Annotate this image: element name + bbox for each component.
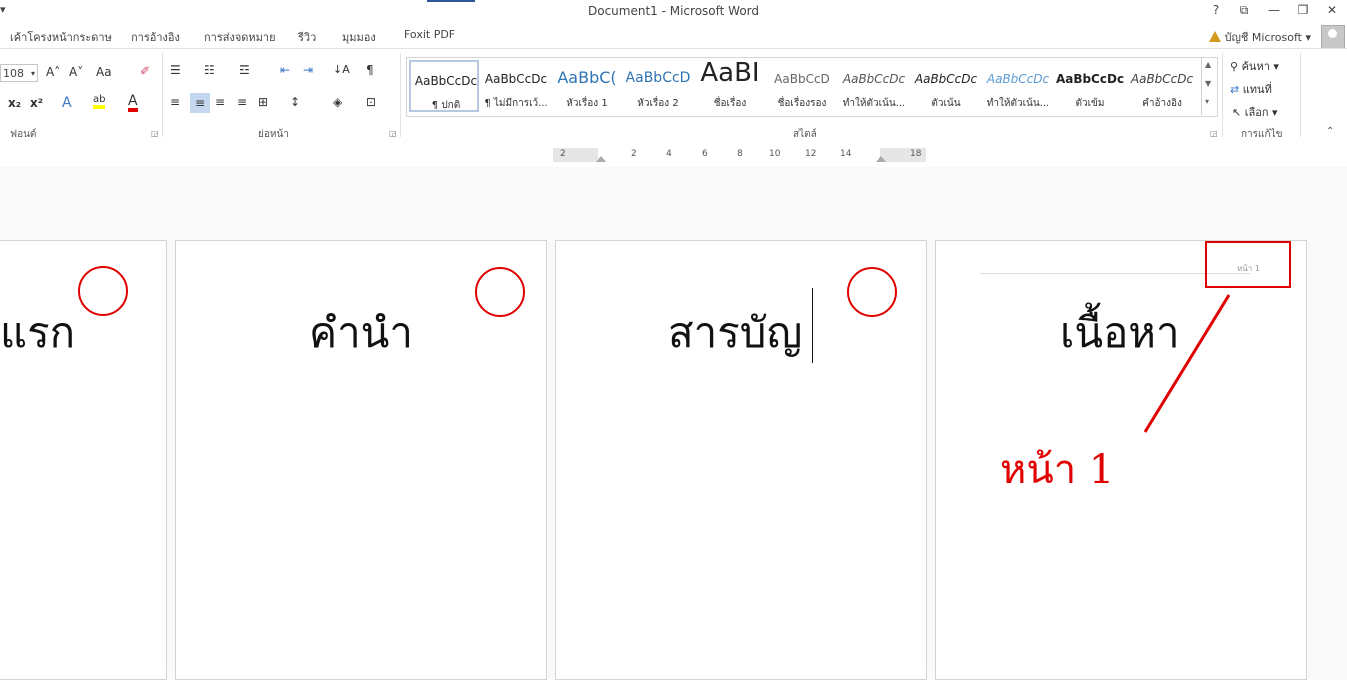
annotation-text: หน้า 1	[1000, 447, 1115, 493]
annotation-arrow-line	[1143, 294, 1231, 433]
